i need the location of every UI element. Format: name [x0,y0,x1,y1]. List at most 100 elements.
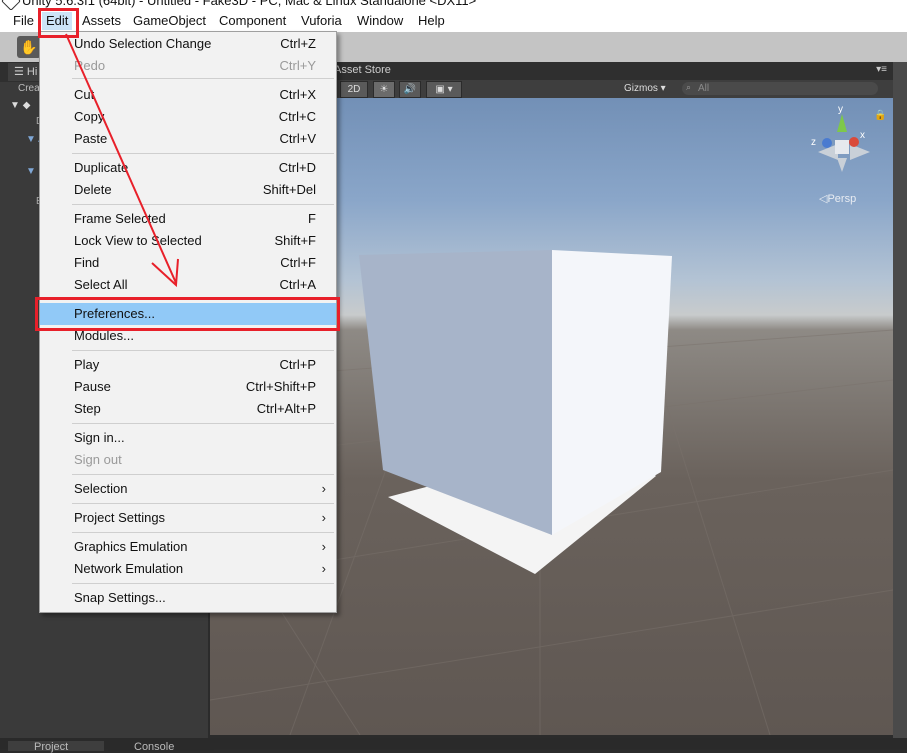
gizmo-x-axis[interactable] [849,137,859,147]
projection-label-text: Persp [827,193,857,205]
panel-menu-icon[interactable]: ▾≡ [876,64,887,75]
menu-item-sign-in[interactable]: Sign in... [40,427,336,449]
menu-separator [72,503,334,504]
menu-item-step[interactable]: Step Ctrl+Alt+P [40,398,336,420]
menu-item-select-all[interactable]: Select All Ctrl+A [40,274,336,296]
annotation-box-edit [38,8,79,38]
window-title-bar: Unity 5.6.3f1 (64bit) - Untitled - Fake3… [0,0,907,10]
menu-item-shortcut: Ctrl+D [278,160,316,175]
menu-item-network-emulation[interactable]: Network Emulation › [40,558,336,580]
menu-assets[interactable]: Assets [82,12,121,30]
gizmo-lock-icon[interactable]: 🔒 [874,109,886,121]
menu-separator [72,423,334,424]
projection-label[interactable]: ◁Persp [819,192,856,205]
lighting-toggle-icon[interactable]: ☀ [373,81,395,98]
menu-item-label: Snap Settings... [74,590,166,605]
menu-item-duplicate[interactable]: Duplicate Ctrl+D [40,157,336,179]
menu-item-shortcut: Ctrl+V [279,131,316,146]
mode-2d-button[interactable]: 2D [340,81,368,98]
menu-window[interactable]: Window [357,12,403,30]
menu-item-label: Play [74,357,100,372]
menu-item-shortcut: Ctrl+P [279,357,316,372]
list-icon: ☰ [14,66,27,78]
menu-item-find[interactable]: Find Ctrl+F [40,252,336,274]
create-label: Crea [18,83,40,94]
menu-item-shortcut: Ctrl+C [278,109,316,124]
unity-logo-icon [1,0,21,10]
menu-separator [72,350,334,351]
gizmo-z-axis[interactable] [822,138,832,148]
menu-item-cut[interactable]: Cut Ctrl+X [40,84,336,106]
scene-root-row[interactable]: ▼ ◆ [10,100,30,111]
menu-item-label: Pause [74,379,111,394]
scene-tabbar: Asset Store ▾≡ [330,62,893,80]
menu-component[interactable]: Component [219,12,286,30]
menu-item-label: Delete [74,182,112,197]
menu-item-graphics-emulation[interactable]: Graphics Emulation › [40,536,336,558]
menu-item-label: Frame Selected [74,211,166,226]
menu-item-pause[interactable]: Pause Ctrl+Shift+P [40,376,336,398]
menu-item-snap-settings[interactable]: Snap Settings... [40,587,336,609]
hierarchy-tab-label: Hi [26,66,38,78]
gizmos-label: Gizmos [624,83,658,94]
gizmos-dropdown[interactable]: Gizmos ▾ [624,81,666,97]
tab-console[interactable]: Console [108,741,214,753]
gizmo-center[interactable] [835,140,849,154]
bottom-tabbar: Project Console [0,738,907,753]
menu-separator [72,583,334,584]
menu-separator [72,204,334,205]
menu-item-label: Redo [74,58,106,73]
menu-item-label: Select All [74,277,128,292]
gizmo-neg-y-cone[interactable] [837,158,847,172]
menu-separator [72,532,334,533]
menu-item-label: Duplicate [74,160,129,175]
menu-item-copy[interactable]: Copy Ctrl+C [40,106,336,128]
chevron-right-icon: › [321,561,326,576]
gizmo-y-arrow[interactable] [837,114,847,132]
menu-item-shortcut: Ctrl+A [279,277,316,292]
chevron-right-icon: › [321,510,326,525]
tab-project[interactable]: Project [8,741,104,753]
menu-item-undo[interactable]: Undo Selection Change Ctrl+Z [40,33,336,55]
menu-item-label: Network Emulation [74,561,184,576]
menu-item-label: Sign in... [74,430,125,445]
menu-item-label: Project Settings [74,510,166,525]
menu-item-shortcut: Ctrl+Shift+P [245,379,316,394]
gizmo-x-label: x [860,130,865,141]
menu-item-label: Lock View to Selected [74,233,202,248]
search-placeholder: All [698,83,710,94]
hand-tool-icon[interactable]: ✋ [17,36,41,58]
menu-item-project-settings[interactable]: Project Settings › [40,507,336,529]
unity-scene-icon: ◆ [22,100,31,111]
orientation-gizmo[interactable] [818,114,870,172]
menu-item-selection[interactable]: Selection › [40,478,336,500]
menu-item-label: Selection [74,481,128,496]
inspector-edge [893,62,907,738]
menu-item-shortcut: Ctrl+Y [279,58,316,73]
menu-bar: File Edit Assets GameObject Component Vu… [0,10,907,32]
chevron-right-icon: › [321,481,326,496]
effects-dropdown-icon[interactable]: ▣ ▾ [426,81,462,98]
cube-side-face [552,250,672,535]
menu-gameobject[interactable]: GameObject [133,12,206,30]
menu-file[interactable]: File [13,12,34,30]
menu-item-label: Find [74,255,100,270]
menu-item-shortcut: F [308,211,316,226]
menu-item-label: Cut [74,87,95,102]
menu-item-lock-view[interactable]: Lock View to Selected Shift+F [40,230,336,252]
menu-item-label: Copy [74,109,105,124]
menu-separator [72,474,334,475]
scene-search-input[interactable]: All [682,82,878,95]
menu-item-label: Sign out [74,452,122,467]
menu-item-paste[interactable]: Paste Ctrl+V [40,128,336,150]
menu-help[interactable]: Help [418,12,445,30]
chevron-right-icon: › [321,539,326,554]
menu-item-play[interactable]: Play Ctrl+P [40,354,336,376]
audio-toggle-icon[interactable]: 🔊 [399,81,421,98]
menu-separator [72,78,334,79]
menu-item-delete[interactable]: Delete Shift+Del [40,179,336,201]
menu-vuforia[interactable]: Vuforia [301,12,342,30]
gizmo-z-label: z [811,137,816,148]
tab-asset-store[interactable]: Asset Store [334,64,391,76]
menu-item-frame-selected[interactable]: Frame Selected F [40,208,336,230]
